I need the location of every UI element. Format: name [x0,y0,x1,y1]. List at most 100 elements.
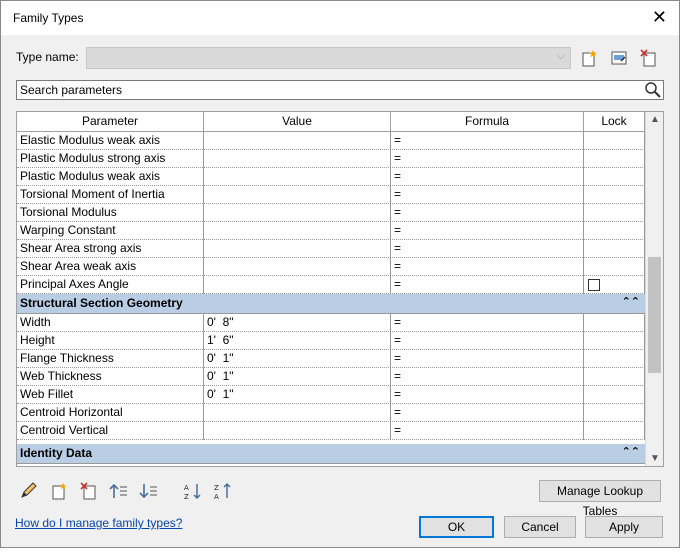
table-row[interactable]: Height 1' 6" = [17,332,645,350]
parameter-lock [584,186,645,204]
collapse-icon[interactable]: ⌃⌃ [622,445,640,458]
parameter-name: Web Thickness [17,368,204,386]
search-parameters-field[interactable] [16,80,664,100]
parameter-value[interactable] [204,404,391,422]
parameter-formula[interactable]: = [391,168,584,186]
parameter-formula[interactable]: = [391,150,584,168]
search-input[interactable] [17,81,637,99]
parameter-name: Shear Area weak axis [17,258,204,276]
parameter-lock [584,422,645,440]
sort-ascending-icon[interactable]: A Z [183,482,203,500]
column-header-formula[interactable]: Formula [391,112,584,132]
parameter-formula[interactable]: = [391,422,584,440]
parameter-formula[interactable]: = [391,186,584,204]
table-row[interactable]: Web Thickness 0' 1" = [17,368,645,386]
lock-checkbox[interactable] [588,279,600,291]
parameter-lock [584,368,645,386]
parameter-formula[interactable]: = [391,240,584,258]
parameter-lock [584,332,645,350]
parameter-lock [584,222,645,240]
vertical-scrollbar[interactable]: ▲ ▼ [645,112,663,466]
table-row[interactable]: Flange Thickness 0' 1" = [17,350,645,368]
sort-descending-icon[interactable]: Z A [213,482,233,500]
parameter-value[interactable]: 0' 1" [204,386,391,404]
chevron-down-icon: ⌵ [556,50,565,62]
delete-type-icon[interactable] [639,48,659,68]
group-header-identity-data[interactable]: Identity Data ⌃⌃ [17,444,645,464]
cancel-button[interactable]: Cancel [504,516,576,538]
ok-button[interactable]: OK [419,516,494,538]
table-row[interactable]: Shear Area weak axis = [17,258,645,276]
parameter-formula[interactable]: = [391,222,584,240]
column-header-parameter[interactable]: Parameter [17,112,204,132]
parameter-value[interactable] [204,258,391,276]
rename-type-icon[interactable] [609,48,629,68]
move-up-icon[interactable] [109,482,129,500]
table-row[interactable]: Torsional Modulus = [17,204,645,222]
table-row[interactable]: Centroid Horizontal = [17,404,645,422]
family-types-dialog: Family Types ✕ Type name: ⌵ Parameter Va… [0,0,680,548]
parameter-formula[interactable]: = [391,404,584,422]
table-row[interactable]: Principal Axes Angle = [17,276,645,294]
table-row[interactable]: Shear Area strong axis = [17,240,645,258]
parameter-formula[interactable]: = [391,314,584,332]
parameter-formula[interactable]: = [391,332,584,350]
help-link[interactable]: How do I manage family types? [15,516,182,530]
window-title: Family Types [13,11,84,25]
parameter-name: Plastic Modulus weak axis [17,168,204,186]
parameter-value[interactable]: 1' 6" [204,332,391,350]
parameter-value[interactable] [204,222,391,240]
table-row[interactable]: Warping Constant = [17,222,645,240]
parameter-value[interactable] [204,168,391,186]
parameter-formula[interactable]: = [391,350,584,368]
background-strip [0,548,680,557]
parameter-formula[interactable]: = [391,258,584,276]
parameter-value[interactable] [204,150,391,168]
parameter-formula[interactable]: = [391,368,584,386]
parameter-value[interactable] [204,186,391,204]
new-type-icon[interactable] [579,48,599,68]
move-down-icon[interactable] [139,482,159,500]
column-header-lock[interactable]: Lock [584,112,645,132]
pencil-icon[interactable] [19,482,39,500]
table-row[interactable]: Centroid Vertical = [17,422,645,440]
parameter-value[interactable] [204,204,391,222]
scroll-down-icon[interactable]: ▼ [650,453,660,464]
collapse-icon[interactable]: ⌃⌃ [622,295,640,308]
table-row[interactable]: Plastic Modulus weak axis = [17,168,645,186]
parameter-name: Web Fillet [17,386,204,404]
parameter-name: Torsional Modulus [17,204,204,222]
group-label: Identity Data [20,446,93,460]
svg-text:A: A [184,484,189,492]
table-row[interactable]: Width 0' 8" = [17,314,645,332]
parameter-value[interactable] [204,422,391,440]
svg-text:Z: Z [184,493,189,500]
grid-header: Parameter Value Formula Lock [17,112,645,132]
manage-lookup-tables-button[interactable]: Manage Lookup Tables [539,480,661,518]
table-row[interactable]: Torsional Moment of Inertia = [17,186,645,204]
parameter-value[interactable]: 0' 1" [204,368,391,386]
apply-button[interactable]: Apply [585,516,663,538]
parameter-formula[interactable]: = [391,276,584,294]
parameter-formula[interactable]: = [391,132,584,150]
new-parameter-icon[interactable] [49,482,69,500]
table-row[interactable]: Web Fillet 0' 1" = [17,386,645,404]
table-row[interactable]: Elastic Modulus weak axis = [17,132,645,150]
parameter-value[interactable] [204,276,391,294]
parameter-formula[interactable]: = [391,386,584,404]
scroll-up-icon[interactable]: ▲ [650,114,660,125]
parameter-value[interactable] [204,240,391,258]
column-header-value[interactable]: Value [204,112,391,132]
parameter-formula[interactable]: = [391,204,584,222]
type-name-dropdown[interactable]: ⌵ [86,47,571,69]
parameter-value[interactable]: 0' 1" [204,350,391,368]
delete-parameter-icon[interactable] [79,482,99,500]
parameter-lock [584,204,645,222]
scroll-thumb[interactable] [648,257,661,373]
table-row[interactable]: Plastic Modulus strong axis = [17,150,645,168]
parameter-value[interactable]: 0' 8" [204,314,391,332]
group-header-structural-section-geometry[interactable]: Structural Section Geometry ⌃⌃ [17,294,645,314]
parameter-value[interactable] [204,132,391,150]
close-icon[interactable]: ✕ [652,7,667,27]
search-icon[interactable] [644,81,662,99]
